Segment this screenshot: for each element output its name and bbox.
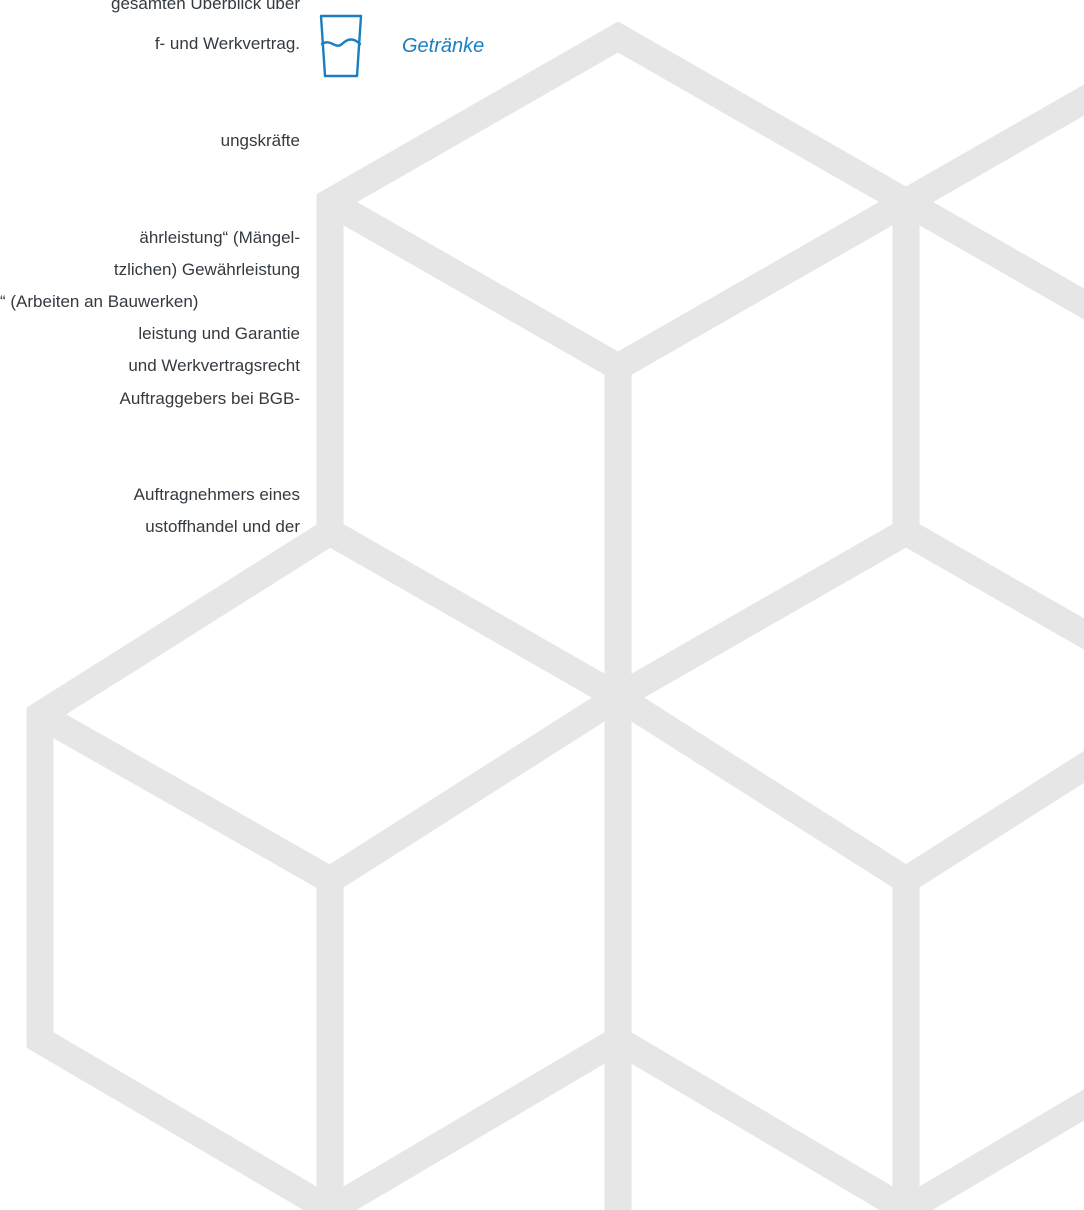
text-line: f- und Werkvertrag. (154, 34, 300, 53)
text-line: leistung und Garantie (138, 324, 300, 343)
text-line: ustoffhandel und der (145, 517, 300, 536)
text-line: tzlichen) Gewährleistung (113, 260, 300, 279)
text-line: Auftraggebers bei BGB- (119, 389, 300, 408)
text-line: Auftragnehmers eines (133, 485, 300, 504)
text-column: gesamten Überblick über f- und Werkvertr… (0, 0, 300, 560)
text-line: ungskräfte (220, 131, 300, 150)
glass-icon (318, 14, 364, 83)
text-line: “ (Arbeiten an Bauwerken) (0, 292, 199, 311)
text-line: ährleistung“ (Mängel- (139, 228, 300, 247)
text-line: und Werkvertragsrecht (128, 356, 300, 375)
category-label: Getränke (402, 35, 485, 57)
text-line: gesamten Überblick über (111, 0, 300, 13)
